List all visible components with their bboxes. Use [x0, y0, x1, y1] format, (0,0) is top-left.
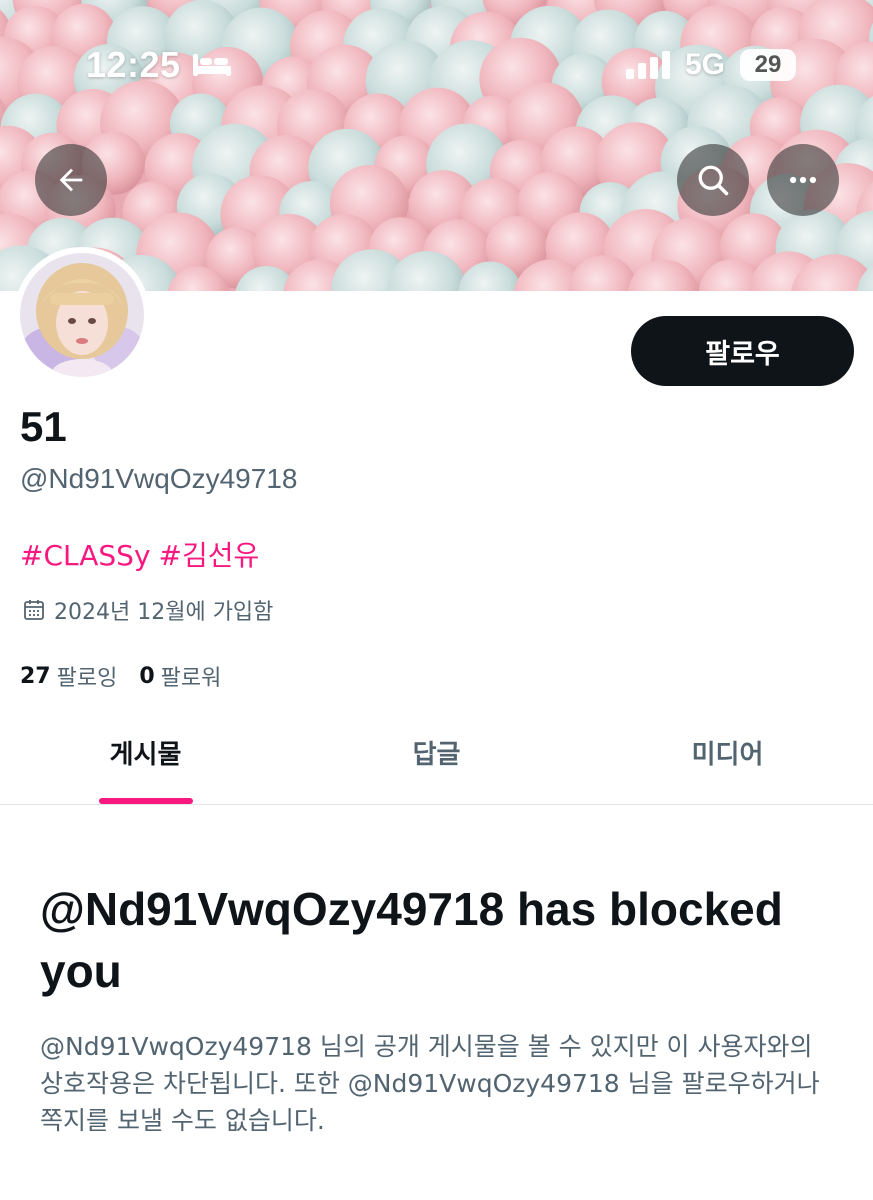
status-time: 12:25 — [86, 44, 181, 85]
tab-replies[interactable]: 답글 — [291, 705, 582, 804]
status-bar: 12:25 5G 29 — [0, 0, 873, 130]
followers-link[interactable]: 0 팔로워 — [139, 660, 221, 692]
profile-bio: #CLASSy #김선유 — [20, 534, 267, 574]
arrow-left-icon — [59, 168, 83, 192]
tab-label: 게시물 — [109, 740, 182, 770]
follow-stats: 27 팔로잉 0 팔로워 — [20, 660, 243, 692]
following-link[interactable]: 27 팔로잉 — [20, 660, 117, 692]
followers-count: 0 — [139, 663, 155, 689]
blocked-description: @Nd91VwqOzy49718 님의 공개 게시물을 볼 수 있지만 이 사용… — [40, 1032, 820, 1135]
followers-label: 팔로워 — [160, 666, 222, 691]
calendar-icon — [24, 600, 44, 620]
following-label: 팔로잉 — [56, 666, 118, 691]
profile-display-name: 51 — [20, 403, 67, 450]
more-horizontal-icon — [789, 176, 817, 184]
avatar-image — [20, 253, 144, 377]
hashtag-link[interactable]: #김선유 — [159, 539, 260, 572]
following-count: 27 — [20, 663, 51, 689]
search-icon — [698, 165, 729, 196]
tab-label: 미디어 — [691, 740, 764, 770]
tab-media[interactable]: 미디어 — [582, 705, 873, 804]
cellular-signal-icon — [626, 51, 670, 79]
sleep-mode-icon — [193, 54, 231, 76]
tab-posts[interactable]: 게시물 — [0, 705, 291, 804]
follow-button[interactable]: 팔로우 — [631, 316, 854, 386]
battery-indicator: 29 — [740, 49, 796, 81]
blocked-title: @Nd91VwqOzy49718 has blocked you — [40, 883, 783, 997]
more-options-button[interactable] — [767, 144, 839, 216]
joined-date: 2024년 12월에 가입함 — [22, 594, 273, 626]
joined-date-text: 2024년 12월에 가입함 — [54, 600, 274, 625]
hashtag-link[interactable]: #CLASSy — [20, 539, 151, 572]
profile-avatar[interactable] — [14, 247, 150, 383]
search-button[interactable] — [677, 144, 749, 216]
tab-label: 답글 — [412, 740, 461, 770]
network-type: 5G — [685, 48, 726, 81]
profile-handle: @Nd91VwqOzy49718 — [20, 463, 298, 494]
active-tab-indicator — [98, 798, 193, 804]
back-button[interactable] — [35, 144, 107, 216]
profile-tabs: 게시물 답글 미디어 — [0, 705, 873, 805]
